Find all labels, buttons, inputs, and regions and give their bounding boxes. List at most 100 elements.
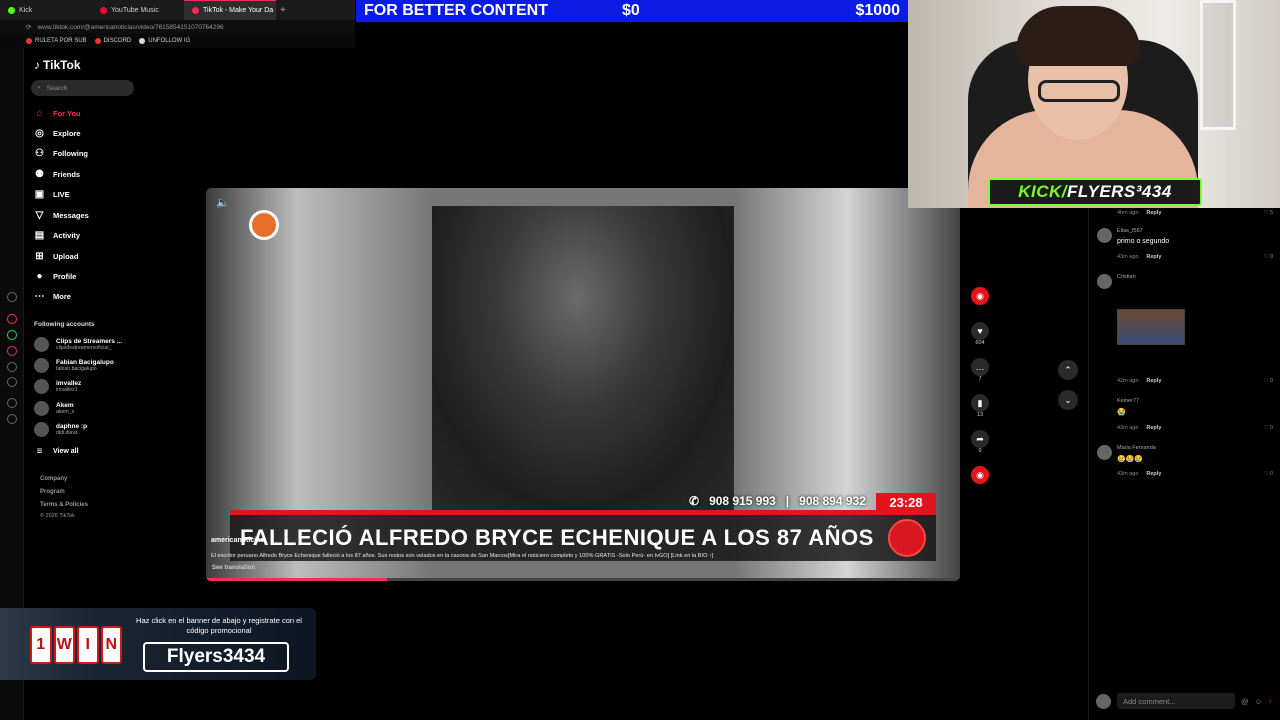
- tab-kick[interactable]: Kick: [0, 0, 92, 20]
- whatsapp-icon[interactable]: [7, 330, 17, 340]
- browser-tab-bar: Kick YouTube Music TikTok - Make Your Da…: [0, 0, 355, 20]
- discord-icon: [94, 38, 101, 44]
- nav-activity[interactable]: ▤ Activity: [34, 230, 80, 241]
- history-icon[interactable]: [7, 292, 17, 302]
- add-comment-input[interactable]: Add comment...: [1117, 693, 1235, 709]
- x-icon[interactable]: [7, 377, 17, 387]
- video-progress-fill: [206, 578, 387, 581]
- new-tab-button[interactable]: +: [276, 5, 286, 16]
- comment-username[interactable]: Keiner77: [1117, 398, 1139, 404]
- next-video-button[interactable]: ⌄: [1058, 390, 1078, 410]
- tiktok-logo[interactable]: ♪ TikTok: [34, 58, 81, 72]
- following-accounts-header: Following accounts: [34, 321, 95, 328]
- share-button[interactable]: ➦ 9: [970, 430, 990, 454]
- tab-tiktok[interactable]: TikTok - Make Your Da: [184, 0, 276, 20]
- comment-likes[interactable]: ♡ 0: [1263, 425, 1273, 431]
- reply-button[interactable]: Reply: [1146, 471, 1161, 477]
- nav-explore[interactable]: ◎ Explore: [34, 128, 80, 139]
- footer-program[interactable]: Program: [40, 489, 65, 495]
- promo-code: Flyers3434: [143, 642, 289, 672]
- promo-banner[interactable]: 1 W I N Haz click en el banner de abajo …: [0, 608, 316, 680]
- bookmarks-bar: RULETA POR SUB DISCORD UNFOLLOW IG: [0, 34, 355, 48]
- profile-icon: ●: [36, 271, 43, 282]
- comment-username[interactable]: Cristian: [1117, 274, 1136, 280]
- following-account[interactable]: Akem akem_x: [34, 401, 74, 416]
- reply-button[interactable]: Reply: [1146, 210, 1161, 216]
- tiktok-app-icon[interactable]: [7, 362, 17, 372]
- chevron-up-icon: ⌃: [1064, 364, 1072, 375]
- streamer-hair: [1016, 6, 1140, 66]
- avatar: [34, 358, 49, 373]
- globe-logo-icon: [888, 519, 926, 557]
- emoji-icon[interactable]: ☺: [1255, 697, 1263, 706]
- comment-username[interactable]: Maria Fernanda: [1117, 445, 1156, 451]
- nav-upload[interactable]: ⊞ Upload: [34, 251, 78, 262]
- previous-video-button[interactable]: ⌃: [1058, 360, 1078, 380]
- footer-company[interactable]: Company: [40, 476, 67, 482]
- comment-button[interactable]: … 7: [970, 358, 990, 382]
- comment-image[interactable]: [1117, 309, 1185, 345]
- reply-button[interactable]: Reply: [1146, 254, 1161, 260]
- avatar: [1096, 693, 1111, 709]
- activity-icon: ▤: [34, 230, 45, 241]
- send-icon[interactable]: ↑: [1268, 697, 1272, 706]
- comment-likes[interactable]: ♡ 0: [1263, 378, 1273, 384]
- home-icon: ⌂: [36, 108, 43, 119]
- nav-more[interactable]: ⋯ More: [34, 291, 71, 302]
- reply-button[interactable]: Reply: [1146, 425, 1161, 431]
- following-icon: ⚇: [35, 148, 44, 159]
- comment-meta: 43m ago Reply: [1117, 425, 1162, 431]
- live-icon: ▣: [34, 189, 45, 200]
- mention-icon[interactable]: @: [1241, 697, 1249, 706]
- creator-avatar-button[interactable]: ◉: [970, 287, 990, 305]
- bookmark-discord[interactable]: DISCORD: [94, 38, 131, 44]
- nav-live[interactable]: ▣ LIVE: [34, 189, 70, 200]
- glasses: [1038, 80, 1120, 102]
- bookmark-unfollow-ig[interactable]: UNFOLLOW IG: [139, 38, 190, 44]
- following-account[interactable]: imvallez imvallez1: [34, 379, 81, 394]
- comment-icon: …: [971, 358, 989, 376]
- avatar: [1097, 445, 1112, 460]
- github-icon: [139, 38, 146, 44]
- address-bar[interactable]: ⟳ www.tiktok.com/@americanoticias/video/…: [0, 20, 355, 34]
- save-button[interactable]: ▮ 13: [970, 394, 990, 418]
- like-button[interactable]: ♥ 604: [970, 322, 990, 346]
- volume-icon[interactable]: 🔈: [216, 196, 230, 209]
- view-all-link[interactable]: ≡ View all: [34, 446, 79, 457]
- see-translation-link[interactable]: See translation: [212, 565, 255, 571]
- banner-text: Haz click en el banner de abajo y regist…: [136, 616, 302, 635]
- nav-friends[interactable]: ⚉ Friends: [34, 169, 80, 180]
- instagram-icon[interactable]: [7, 346, 17, 356]
- nav-following[interactable]: ⚇ Following: [34, 148, 88, 159]
- tiktok-side-icon[interactable]: [7, 314, 17, 324]
- comment-likes[interactable]: ♡ 0: [1263, 254, 1273, 260]
- following-account[interactable]: daphne :p didi.diavz: [34, 422, 87, 437]
- search-input[interactable]: ⌕ Search: [31, 80, 134, 96]
- clock-icon[interactable]: [7, 398, 17, 408]
- following-account[interactable]: Fabian Bacigalupo fabian.bacigalupo: [34, 358, 114, 373]
- avatar: [34, 401, 49, 416]
- footer-terms[interactable]: Terms & Policies: [40, 502, 88, 508]
- url-text: www.tiktok.com/@americanoticias/video/76…: [37, 23, 224, 31]
- video-author[interactable]: americanoticias: [211, 537, 264, 544]
- nav-profile[interactable]: ● Profile: [34, 271, 76, 282]
- nav-for-you[interactable]: ⌂ For You: [34, 108, 80, 119]
- webcam-overlay: [908, 0, 1280, 208]
- nav-messages[interactable]: ▽ Messages: [34, 210, 89, 221]
- video-player[interactable]: 🔈 ✆ 908 915 993 | 908 894 932 23:28 FALLE…: [206, 188, 960, 581]
- bookmark-ruleta[interactable]: RULETA POR SUB: [26, 38, 87, 44]
- music-disc-icon: ◉: [971, 466, 989, 484]
- comment-item: 4hm ago Reply ♡ 5: [1097, 208, 1273, 220]
- comment-likes[interactable]: ♡ 0: [1263, 471, 1273, 477]
- tiktok-icon: [192, 7, 199, 14]
- following-account[interactable]: Clips de Streamers ... clipsdestreamersof…: [34, 337, 122, 352]
- comment-likes[interactable]: ♡ 5: [1263, 210, 1273, 216]
- reload-icon[interactable]: ⟳: [26, 23, 31, 31]
- tab-youtube-music[interactable]: YouTube Music: [92, 0, 184, 20]
- settings-icon[interactable]: [7, 414, 17, 424]
- sound-button[interactable]: ◉: [970, 466, 990, 484]
- comment-username[interactable]: Elias_f567: [1117, 228, 1143, 234]
- video-progress-bar[interactable]: [206, 578, 960, 581]
- reply-button[interactable]: Reply: [1146, 378, 1161, 384]
- avatar: [34, 379, 49, 394]
